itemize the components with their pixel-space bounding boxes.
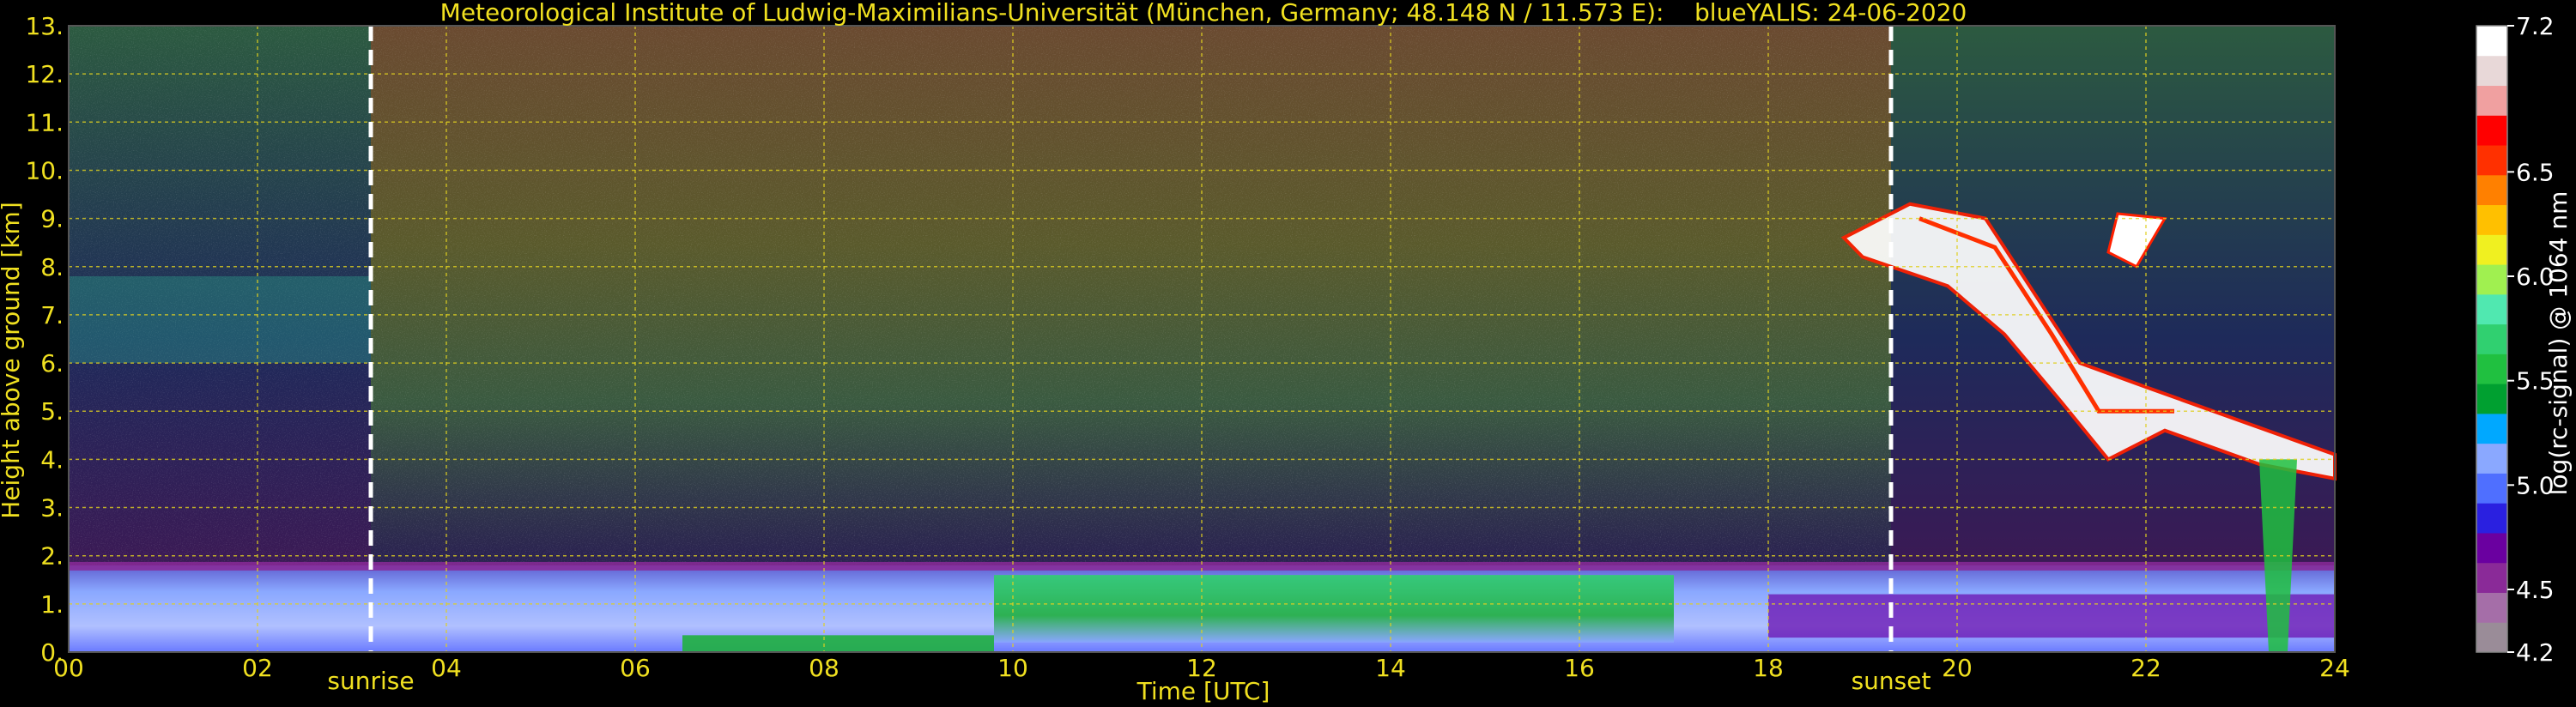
x-axis-label: Time [UTC] [1136,677,1270,705]
plot-area [68,25,2337,653]
colorbar-segment [2476,532,2507,564]
colorbar-segment [2476,592,2507,623]
lidar-quicklook-chart: sunrise sunset00 02 04 06 08 10 12 14 16 18 20 22 240… [0,0,2573,705]
colorbar-tick-label: 4.5 [2516,576,2555,604]
colorbar-segment [2476,145,2507,176]
y-tick-label: 6. [40,349,64,378]
sunrise-label: sunrise [327,667,414,695]
colorbar-segment [2476,354,2507,384]
y-tick-label: 3. [40,494,64,523]
y-tick-label: 0. [40,638,64,667]
sunset-label: sunset [1852,667,1931,695]
colorbar-segment [2476,115,2507,146]
x-tick-label: 24 [2319,654,2350,682]
colorbar-segment [2476,26,2507,57]
colorbar-segment [2476,234,2507,265]
colorbar-segment [2476,174,2507,206]
colorbar-segment [2476,323,2507,354]
y-tick-label: 10. [25,156,64,184]
nocturnal-layer [1768,594,2335,638]
y-tick-label: 2. [40,542,64,571]
y-tick-label: 8. [40,253,64,281]
colorbar-segment [2476,413,2507,444]
x-tick-label: 14 [1375,654,1406,682]
colorbar-segment [2476,55,2507,87]
x-tick-label: 10 [997,654,1028,682]
colorbar-segment [2476,204,2507,235]
elevated-aerosol-layer [69,276,371,364]
x-tick-label: 02 [242,654,273,682]
x-tick-label: 18 [1753,654,1784,682]
colorbar-tick-label: 4.2 [2516,638,2555,667]
x-tick-label: 16 [1564,654,1595,682]
y-tick-label: 1. [40,590,64,619]
colorbar-tick-label: 7.2 [2516,12,2555,40]
colorbar-tick-label: 6.5 [2516,158,2555,186]
y-tick-label: 4. [40,445,64,474]
chart-title: Meteorological Institute of Ludwig-Maxim… [440,0,1967,27]
surface-layer [682,635,994,652]
colorbar-segment [2476,622,2507,653]
y-tick-label: 7. [40,301,64,329]
y-tick-label: 11. [25,108,64,136]
y-tick-label: 5. [40,397,64,426]
colorbar-segment [2476,85,2507,116]
x-tick-label: 04 [431,654,462,682]
y-axis-label: Height above ground [km] [0,202,25,519]
colorbar-segment [2476,264,2507,295]
mixed-layer [994,575,1674,643]
y-tick-label: 9. [40,205,64,233]
colorbar-segment [2476,293,2507,325]
colorbar: 4.24.55.05.56.06.57.2 [2476,12,2555,667]
colorbar-segment [2476,443,2507,474]
colorbar-segment [2476,473,2507,504]
x-tick-label: 22 [2131,654,2161,682]
colorbar-label: log(rc-signal) @ 1064 nm [2544,191,2573,496]
y-tick-label: 12. [25,60,64,88]
x-tick-label: 20 [1942,654,1973,682]
x-tick-label: 08 [809,654,839,682]
colorbar-segment [2476,384,2507,414]
colorbar-segment [2476,562,2507,593]
y-tick-label: 13. [25,12,64,40]
colorbar-segment [2476,503,2507,534]
x-tick-label: 06 [620,654,651,682]
